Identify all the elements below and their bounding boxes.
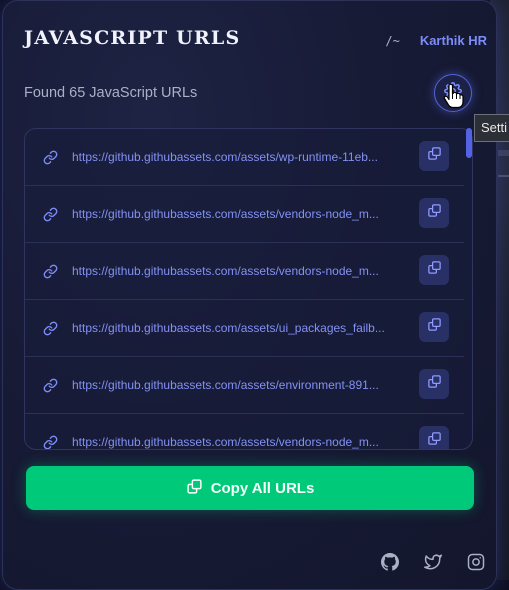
copy-icon <box>427 203 442 223</box>
url-text[interactable]: https://github.githubassets.com/assets/v… <box>72 264 408 278</box>
background-element <box>498 175 509 177</box>
header-right: /~ Karthik HR <box>385 33 487 48</box>
copy-url-button[interactable] <box>419 141 449 171</box>
url-text[interactable]: https://github.githubassets.com/assets/w… <box>72 150 408 164</box>
link-icon <box>43 321 58 341</box>
copy-all-label: Copy All URLs <box>210 479 315 497</box>
url-text[interactable]: https://github.githubassets.com/assets/v… <box>72 207 408 221</box>
link-icon <box>43 378 58 398</box>
url-list: https://github.githubassets.com/assets/w… <box>24 128 473 450</box>
copy-icon <box>427 260 442 280</box>
copy-url-button[interactable] <box>419 312 449 342</box>
link-icon <box>43 150 58 170</box>
url-text[interactable]: https://github.githubassets.com/assets/e… <box>72 378 408 392</box>
author-link[interactable]: Karthik HR <box>420 33 487 48</box>
copy-icon <box>427 374 442 394</box>
settings-tooltip: Setti <box>474 114 509 142</box>
url-row: https://github.githubassets.com/assets/v… <box>25 414 464 449</box>
url-row: https://github.githubassets.com/assets/u… <box>25 300 464 357</box>
url-row: https://github.githubassets.com/assets/e… <box>25 357 464 414</box>
copy-icon <box>186 478 203 499</box>
url-text[interactable]: https://github.githubassets.com/assets/v… <box>72 435 408 449</box>
github-icon[interactable] <box>381 553 399 571</box>
copy-icon <box>427 317 442 337</box>
copy-url-button[interactable] <box>419 369 449 399</box>
link-icon <box>43 435 58 449</box>
instagram-icon[interactable] <box>467 553 485 571</box>
page-title: JAVASCRIPT URLS <box>24 27 241 49</box>
url-row: https://github.githubassets.com/assets/v… <box>25 243 464 300</box>
copy-url-button[interactable] <box>419 426 449 449</box>
url-row: https://github.githubassets.com/assets/w… <box>25 129 464 186</box>
copy-url-button[interactable] <box>419 255 449 285</box>
slash-text: /~ <box>385 33 400 48</box>
copy-icon <box>427 146 442 166</box>
url-row: https://github.githubassets.com/assets/v… <box>25 186 464 243</box>
background-element <box>498 150 509 156</box>
link-icon <box>43 264 58 284</box>
url-count: Found 65 JavaScript URLs <box>24 85 198 101</box>
footer-social-links <box>381 553 485 571</box>
copy-url-button[interactable] <box>419 198 449 228</box>
list-scrollbar[interactable] <box>466 128 472 158</box>
hand-cursor-icon <box>442 83 464 114</box>
twitter-icon[interactable] <box>424 553 442 571</box>
link-icon <box>43 207 58 227</box>
url-text[interactable]: https://github.githubassets.com/assets/u… <box>72 321 408 335</box>
copy-all-urls-button[interactable]: Copy All URLs <box>26 466 474 510</box>
copy-icon <box>427 431 442 449</box>
